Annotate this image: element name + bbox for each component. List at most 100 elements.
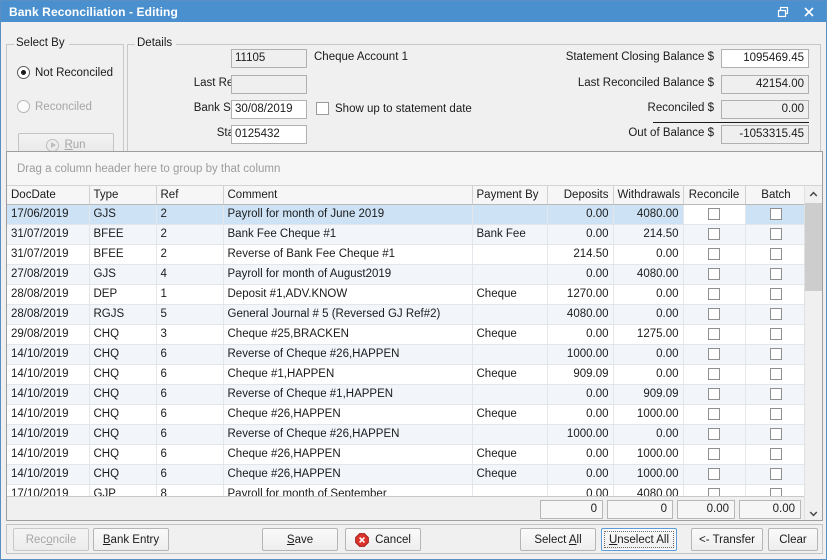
reconcile-button[interactable]: Reconcile (13, 528, 89, 551)
reconcile-checkbox[interactable] (708, 228, 720, 240)
col-header-withdrawals[interactable]: Withdrawals (613, 186, 683, 204)
last-reconciled-date-field[interactable] (231, 75, 307, 94)
batch-checkbox[interactable] (770, 208, 782, 220)
bank-statement-date-field[interactable]: 30/08/2019 (231, 100, 307, 119)
cell-batch[interactable] (745, 324, 807, 344)
table-row[interactable]: 14/10/2019CHQ6Reverse of Cheque #26,HAPP… (7, 344, 807, 364)
batch-checkbox[interactable] (770, 408, 782, 420)
cell-batch[interactable] (745, 244, 807, 264)
col-header-ref[interactable]: Ref (156, 186, 223, 204)
reconcile-checkbox[interactable] (708, 448, 720, 460)
col-header-comment[interactable]: Comment (223, 186, 472, 204)
col-header-batch[interactable]: Batch (745, 186, 807, 204)
cell-reconcile[interactable] (683, 464, 745, 484)
show-up-to-statement-date-checkbox[interactable]: Show up to statement date (316, 102, 472, 115)
batch-checkbox[interactable] (770, 448, 782, 460)
reconcile-checkbox[interactable] (708, 308, 720, 320)
batch-checkbox[interactable] (770, 348, 782, 360)
table-row[interactable]: 14/10/2019CHQ6Reverse of Cheque #1,HAPPE… (7, 384, 807, 404)
reconcile-checkbox[interactable] (708, 268, 720, 280)
account-field[interactable]: 11105 (231, 49, 307, 68)
batch-checkbox[interactable] (770, 228, 782, 240)
table-row[interactable]: 28/08/2019RGJS5General Journal # 5 (Reve… (7, 304, 807, 324)
table-row[interactable]: 29/08/2019CHQ3Cheque #25,BRACKENCheque0.… (7, 324, 807, 344)
table-row[interactable]: 14/10/2019CHQ6Cheque #26,HAPPENCheque0.0… (7, 464, 807, 484)
table-row[interactable]: 27/08/2019GJS4Payroll for month of Augus… (7, 264, 807, 284)
reconcile-checkbox[interactable] (708, 348, 720, 360)
radio-reconciled[interactable]: Reconciled (17, 100, 92, 113)
cell-reconcile[interactable] (683, 344, 745, 364)
batch-checkbox[interactable] (770, 428, 782, 440)
col-header-reconcile[interactable]: Reconcile (683, 186, 745, 204)
close-icon[interactable] (796, 2, 822, 22)
cell-batch[interactable] (745, 344, 807, 364)
batch-checkbox[interactable] (770, 368, 782, 380)
table-row[interactable]: 14/10/2019CHQ6Reverse of Cheque #26,HAPP… (7, 424, 807, 444)
cancel-button[interactable]: Cancel (345, 528, 421, 551)
col-header-deposits[interactable]: Deposits (547, 186, 613, 204)
transfer-button[interactable]: <- Transfer (691, 528, 763, 551)
cell-batch[interactable] (745, 264, 807, 284)
cell-reconcile[interactable] (683, 264, 745, 284)
reconcile-checkbox[interactable] (708, 288, 720, 300)
cell-reconcile[interactable] (683, 224, 745, 244)
table-row[interactable]: 31/07/2019BFEE2Bank Fee Cheque #1Bank Fe… (7, 224, 807, 244)
cell-reconcile[interactable] (683, 284, 745, 304)
cell-batch[interactable] (745, 404, 807, 424)
cell-batch[interactable] (745, 384, 807, 404)
batch-checkbox[interactable] (770, 268, 782, 280)
clear-button[interactable]: Clear (768, 528, 818, 551)
batch-checkbox[interactable] (770, 388, 782, 400)
cell-reconcile[interactable] (683, 364, 745, 384)
table-row[interactable]: 14/10/2019CHQ6Cheque #26,HAPPENCheque0.0… (7, 404, 807, 424)
save-button[interactable]: Save (262, 528, 338, 551)
table-row[interactable]: 17/06/2019GJS2Payroll for month of June … (7, 204, 807, 224)
statement-ref-field[interactable]: 0125432 (231, 125, 307, 144)
reconcile-checkbox[interactable] (708, 388, 720, 400)
cell-reconcile[interactable] (683, 444, 745, 464)
radio-not-reconciled[interactable]: Not Reconciled (17, 66, 113, 79)
statement-closing-balance-field[interactable]: 1095469.45 (721, 49, 809, 68)
cell-reconcile[interactable] (683, 324, 745, 344)
cell-batch[interactable] (745, 424, 807, 444)
cell-reconcile[interactable] (683, 304, 745, 324)
reconcile-checkbox[interactable] (708, 428, 720, 440)
reconcile-checkbox[interactable] (708, 368, 720, 380)
col-header-type[interactable]: Type (89, 186, 156, 204)
group-by-band[interactable]: Drag a column header here to group by th… (7, 152, 822, 186)
scroll-down-icon[interactable] (805, 505, 822, 521)
cell-reconcile[interactable] (683, 384, 745, 404)
cell-reconcile[interactable] (683, 404, 745, 424)
reconcile-checkbox[interactable] (708, 408, 720, 420)
unselect-all-button[interactable]: Unselect All (601, 528, 677, 551)
cell-batch[interactable] (745, 284, 807, 304)
scroll-up-icon[interactable] (805, 186, 822, 203)
cell-batch[interactable] (745, 204, 807, 224)
batch-checkbox[interactable] (770, 248, 782, 260)
batch-checkbox[interactable] (770, 468, 782, 480)
cell-batch[interactable] (745, 444, 807, 464)
cell-batch[interactable] (745, 464, 807, 484)
table-row[interactable]: 28/08/2019DEP1Deposit #1,ADV.KNOWCheque1… (7, 284, 807, 304)
cell-reconcile[interactable] (683, 204, 745, 224)
restore-window-icon[interactable] (770, 2, 796, 22)
cell-reconcile[interactable] (683, 424, 745, 444)
bank-entry-button[interactable]: Bank Entry (93, 528, 169, 551)
select-all-button[interactable]: Select All (520, 528, 596, 551)
table-row[interactable]: 14/10/2019CHQ6Cheque #26,HAPPENCheque0.0… (7, 444, 807, 464)
reconcile-checkbox[interactable] (708, 328, 720, 340)
col-header-docdate[interactable]: DocDate (7, 186, 89, 204)
reconcile-checkbox[interactable] (708, 208, 720, 220)
col-header-payment-by[interactable]: Payment By (472, 186, 547, 204)
batch-checkbox[interactable] (770, 308, 782, 320)
batch-checkbox[interactable] (770, 288, 782, 300)
scrollbar-thumb[interactable] (805, 203, 822, 291)
reconcile-checkbox[interactable] (708, 248, 720, 260)
cell-reconcile[interactable] (683, 244, 745, 264)
cell-batch[interactable] (745, 304, 807, 324)
cell-batch[interactable] (745, 224, 807, 244)
table-row[interactable]: 31/07/2019BFEE2Reverse of Bank Fee Chequ… (7, 244, 807, 264)
grid-vertical-scrollbar[interactable] (804, 186, 822, 521)
table-row[interactable]: 14/10/2019CHQ6Cheque #1,HAPPENCheque909.… (7, 364, 807, 384)
reconcile-checkbox[interactable] (708, 468, 720, 480)
